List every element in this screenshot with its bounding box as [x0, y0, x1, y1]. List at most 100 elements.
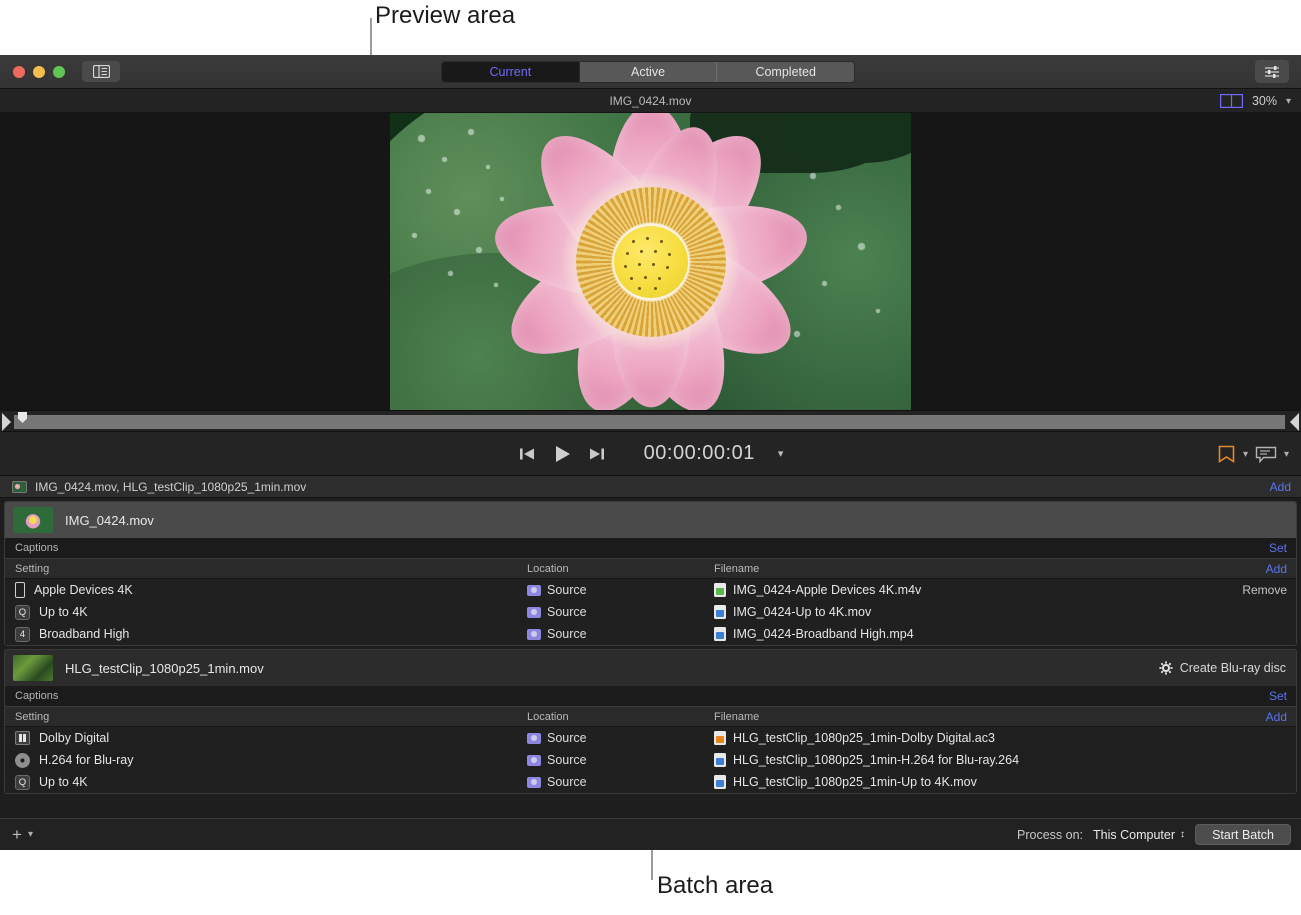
folder-icon	[527, 733, 541, 744]
chevron-down-icon[interactable]: ▾	[1286, 96, 1291, 107]
process-on-value: This Computer	[1093, 828, 1175, 842]
speech-bubble-icon[interactable]	[1255, 445, 1277, 464]
setting-cell: Dolby Digital	[15, 731, 527, 745]
filename-label: HLG_testClip_1080p25_1min-Up to 4K.mov	[733, 775, 977, 789]
outputs-add-link[interactable]: Add	[1266, 710, 1287, 724]
job-title-bar[interactable]: HLG_testClip_1080p25_1min.mov	[5, 650, 1296, 686]
sliders-icon	[1264, 65, 1280, 79]
zoom-level-value[interactable]: 30%	[1252, 94, 1277, 108]
setting-cell: Apple Devices 4K	[15, 582, 527, 598]
table-row[interactable]: Q Up to 4K Source HLG_testClip_1080p25_1…	[5, 771, 1296, 793]
filename-cell[interactable]: HLG_testClip_1080p25_1min-Up to 4K.mov	[714, 775, 1287, 789]
tab-active[interactable]: Active	[580, 62, 718, 82]
range-end-handle[interactable]	[1290, 413, 1299, 431]
split-view-icon[interactable]	[1220, 94, 1243, 108]
bookmark-icon[interactable]	[1217, 444, 1236, 464]
process-on-dropdown[interactable]: This Computer ↕	[1093, 828, 1185, 842]
filename-label: IMG_0424-Up to 4K.mov	[733, 605, 871, 619]
tab-current[interactable]: Current	[442, 62, 580, 82]
start-batch-button[interactable]: Start Batch	[1195, 824, 1291, 845]
skip-to-start-button[interactable]	[518, 446, 536, 462]
h264-file-icon	[714, 753, 726, 767]
plus-icon: +	[12, 825, 22, 845]
filename-cell[interactable]: IMG_0424-Up to 4K.mov	[714, 605, 1287, 619]
job-item[interactable]: HLG_testClip_1080p25_1min.mov	[4, 649, 1297, 794]
filename-cell[interactable]: IMG_0424-Broadband High.mp4	[714, 627, 1287, 641]
location-cell[interactable]: Source	[527, 753, 714, 767]
location-cell[interactable]: Source	[527, 731, 714, 745]
compressor-window: Current Active Completed IMG_0424.mov	[0, 55, 1301, 850]
disc-icon	[15, 753, 30, 768]
job-item[interactable]: IMG_0424.mov Captions Set Setting Locati…	[4, 501, 1297, 646]
window-titlebar: Current Active Completed	[0, 55, 1301, 89]
bottom-right-controls: Process on: This Computer ↕ Start Batch	[1017, 824, 1291, 845]
folder-icon	[527, 755, 541, 766]
batch-header-label: IMG_0424.mov, HLG_testClip_1080p25_1min.…	[35, 480, 306, 494]
captions-row: Captions Set	[5, 686, 1296, 706]
remove-output-button[interactable]: Remove	[1242, 583, 1287, 597]
batch-area: IMG_0424.mov, HLG_testClip_1080p25_1min.…	[0, 476, 1301, 794]
setting-label: Dolby Digital	[39, 731, 109, 745]
column-headers: Setting Location Filename Add	[5, 706, 1296, 727]
tab-completed[interactable]: Completed	[717, 62, 854, 82]
folder-icon	[527, 629, 541, 640]
mov-file-icon	[714, 605, 726, 619]
captions-set-link[interactable]: Set	[1269, 689, 1287, 703]
preview-file-title: IMG_0424.mov	[609, 94, 691, 108]
location-cell[interactable]: Source	[527, 605, 714, 619]
range-start-handle[interactable]	[2, 413, 11, 431]
setting-label: Apple Devices 4K	[34, 583, 133, 597]
timecode-display[interactable]: 00:00:00:01	[644, 442, 755, 465]
job-title-bar[interactable]: IMG_0424.mov	[5, 502, 1296, 538]
filename-label: IMG_0424-Broadband High.mp4	[733, 627, 914, 641]
table-row[interactable]: 4 Broadband High Source IMG_0424-Broadba…	[5, 623, 1296, 645]
filename-label: HLG_testClip_1080p25_1min-Dolby Digital.…	[733, 731, 995, 745]
skip-to-end-button[interactable]	[588, 446, 606, 462]
table-row[interactable]: H.264 for Blu-ray Source HLG_testClip_10…	[5, 749, 1296, 771]
scrubber-track[interactable]	[14, 415, 1285, 429]
filename-cell[interactable]: HLG_testClip_1080p25_1min-H.264 for Blu-…	[714, 753, 1287, 767]
table-row[interactable]: Apple Devices 4K Source IMG_0424-Apple D…	[5, 579, 1296, 601]
captions-set-link[interactable]: Set	[1269, 541, 1287, 555]
zoom-window-button[interactable]	[53, 66, 65, 78]
timeline-scrubber[interactable]	[0, 410, 1301, 432]
filename-cell[interactable]: HLG_testClip_1080p25_1min-Dolby Digital.…	[714, 731, 1287, 745]
batch-add-link[interactable]: Add	[1270, 480, 1291, 494]
apple-device-icon	[15, 582, 25, 598]
close-window-button[interactable]	[13, 66, 25, 78]
table-row[interactable]: Dolby Digital Source HLG_testClip_1080p2…	[5, 727, 1296, 749]
location-cell[interactable]: Source	[527, 583, 714, 597]
location-cell[interactable]: Source	[527, 627, 714, 641]
setting-cell: Q Up to 4K	[15, 605, 527, 620]
marker-chevron-down-icon[interactable]: ▾	[1243, 449, 1248, 460]
captions-row: Captions Set	[5, 538, 1296, 558]
add-chevron-down-icon[interactable]: ▾	[28, 829, 33, 840]
location-label: Source	[547, 627, 587, 641]
ac3-file-icon	[714, 731, 726, 745]
captions-label: Captions	[15, 542, 58, 554]
play-button[interactable]	[552, 444, 572, 464]
outputs-add-link[interactable]: Add	[1266, 562, 1287, 576]
folder-icon	[527, 607, 541, 618]
create-blu-ray-disc-button[interactable]: Create Blu-ray disc	[1159, 661, 1286, 675]
location-cell[interactable]: Source	[527, 775, 714, 789]
preview-header: IMG_0424.mov 30% ▾	[0, 89, 1301, 113]
caption-chevron-down-icon[interactable]: ▾	[1284, 449, 1289, 460]
inspector-toggle-button[interactable]	[1255, 60, 1289, 83]
timecode-chevron-down-icon[interactable]: ▾	[778, 447, 784, 460]
dolby-digital-icon	[15, 731, 30, 745]
add-file-button[interactable]: + ▾	[12, 825, 33, 845]
location-label: Source	[547, 731, 587, 745]
location-label: Source	[547, 605, 587, 619]
folder-icon	[527, 777, 541, 788]
minimize-window-button[interactable]	[33, 66, 45, 78]
setting-label: Up to 4K	[39, 775, 88, 789]
sidebar-toggle-button[interactable]	[82, 61, 120, 82]
video-preview-frame[interactable]	[390, 113, 911, 410]
location-label: Source	[547, 753, 587, 767]
lotus-flower	[451, 113, 851, 410]
column-header-filename: Filename	[714, 563, 1266, 575]
batch-header: IMG_0424.mov, HLG_testClip_1080p25_1min.…	[0, 476, 1301, 498]
filename-cell[interactable]: IMG_0424-Apple Devices 4K.m4v	[714, 583, 1242, 597]
table-row[interactable]: Q Up to 4K Source IMG_0424-Up to 4K.mov	[5, 601, 1296, 623]
